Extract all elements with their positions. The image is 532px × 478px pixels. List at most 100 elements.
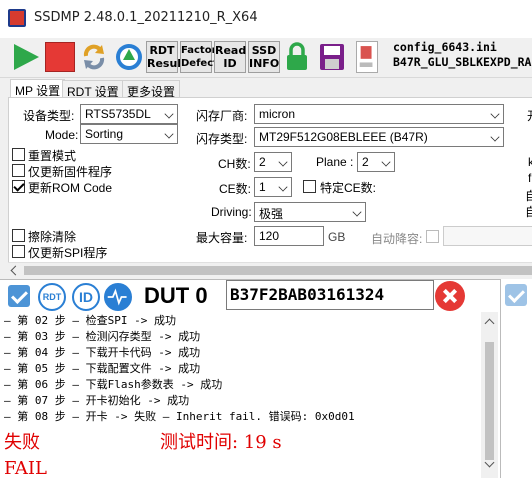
cutoff-label-2: k (528, 155, 532, 169)
bin-file-button[interactable] (356, 41, 378, 73)
app-icon (8, 9, 26, 27)
save-icon (320, 44, 344, 70)
driving-select[interactable]: 极强 (254, 202, 366, 222)
cutoff-label-3: f (528, 171, 532, 185)
log-line: — 第 04 步 — 下载开卡代码 -> 成功 (4, 346, 201, 359)
save-button[interactable] (318, 41, 346, 73)
mode-label: Mode: (45, 128, 79, 142)
window-title: SSDMP 2.48.0.1_20211210_R_X64 (34, 10, 258, 25)
refresh-button[interactable] (80, 41, 108, 73)
check-icon[interactable] (8, 285, 30, 307)
scroll-up-icon[interactable] (484, 318, 495, 329)
ch-value: 2 (259, 155, 266, 169)
driving-label: Driving: (211, 205, 252, 219)
flash-type-select[interactable]: MT29F512G08EBLEEE (B47R) (254, 127, 504, 147)
tab-more-settings[interactable]: 更多设置 (122, 80, 181, 99)
max-capacity-label: 最大容量: (196, 231, 248, 245)
flash-vendor-value: micron (259, 107, 296, 121)
result-en: FAIL (4, 458, 47, 478)
result-status: 失败 (4, 432, 40, 453)
log-line: — 第 05 步 — 下载配置文件 -> 成功 (4, 362, 201, 375)
log-line: — 第 06 步 — 下载Flash参数表 -> 成功 (4, 378, 223, 391)
driving-value: 极强 (259, 207, 284, 221)
ce-select[interactable]: 1 (254, 177, 292, 197)
reset-mode-checkbox[interactable] (12, 148, 25, 161)
specific-ce-checkbox[interactable] (303, 180, 316, 193)
config-file-name: config_6643.ini (393, 40, 497, 54)
ch-select[interactable]: 2 (254, 152, 292, 172)
horizontal-scrollbar[interactable] (8, 262, 532, 278)
max-capacity-value: 120 (259, 229, 280, 243)
dut-title: DUT 0 (144, 283, 208, 308)
update-rom-label: 更新ROM Code (28, 181, 113, 195)
recycle-icon (116, 44, 142, 70)
tab-mp-settings[interactable]: MP 设置 (10, 79, 66, 98)
recycle-button[interactable] (114, 41, 144, 73)
log-line: — 第 02 步 — 检查SPI -> 成功 (4, 314, 176, 327)
chevron-down-icon (278, 157, 288, 167)
scrollbar-thumb[interactable] (24, 266, 532, 275)
start-button[interactable] (10, 41, 42, 73)
test-time: 测试时间: 19 s (160, 432, 282, 453)
toolbar: RDT Result Factory Defect Read ID SSD INFO (0, 38, 532, 78)
serial-number-field[interactable]: B37F2BAB03161324 (226, 280, 434, 310)
dut-header: RDT ID DUT 0 B37F2BAB03161324 (0, 280, 500, 312)
serial-number-value: B37F2BAB03161324 (230, 285, 385, 304)
log-area: — 第 02 步 — 检查SPI -> 成功 — 第 03 步 — 检测闪存类型… (4, 312, 480, 478)
ssd-info-button[interactable]: SSD INFO (248, 41, 280, 73)
dut-panel-2 (500, 279, 532, 478)
rdt-icon[interactable]: RDT (38, 283, 66, 311)
scroll-left-icon[interactable] (10, 265, 21, 276)
log-line: — 第 03 步 — 检测闪存类型 -> 成功 (4, 330, 201, 343)
auto-downgrade-input[interactable] (443, 226, 532, 246)
config-profile-name: B47R_GLU_SBLKEXPD_RA (393, 55, 532, 69)
ssd-info-label: SSD INFO (249, 44, 280, 70)
play-icon (14, 44, 39, 70)
erase-label: 擦除清除 (28, 230, 77, 244)
check-icon[interactable] (505, 284, 527, 306)
flash-type-label: 闪存类型: (196, 132, 248, 146)
plane-label: Plane : (316, 155, 354, 169)
close-icon[interactable] (435, 281, 465, 311)
mode-select[interactable]: Sorting (80, 124, 178, 144)
mode-value: Sorting (85, 127, 124, 141)
tab-rdt-settings[interactable]: RDT 设置 (62, 80, 124, 99)
max-capacity-input[interactable]: 120 (254, 226, 324, 246)
read-id-button[interactable]: Read ID (214, 41, 246, 73)
flash-vendor-select[interactable]: micron (254, 104, 504, 124)
ce-label: CE数: (219, 182, 252, 196)
device-type-select[interactable]: RTS5735DL (80, 104, 178, 124)
rdt-icon-label: RDT (42, 292, 62, 302)
dut-panel: RDT ID DUT 0 B37F2BAB03161324 — 第 02 步 —… (0, 279, 532, 478)
waveform-icon[interactable] (104, 283, 132, 311)
pulse-icon (107, 288, 127, 306)
fw-only-checkbox[interactable] (12, 164, 25, 177)
update-rom-checkbox[interactable] (12, 180, 25, 193)
chevron-down-icon (164, 109, 174, 119)
reset-mode-label: 重置模式 (28, 149, 77, 163)
cutoff-label-5: 自 (525, 205, 532, 219)
lock-button[interactable] (284, 41, 310, 73)
spi-only-checkbox[interactable] (12, 245, 25, 258)
ch-label: CH数: (218, 157, 251, 171)
id-icon[interactable]: ID (72, 283, 100, 311)
plane-select[interactable]: 2 (357, 152, 395, 172)
vertical-scrollbar[interactable] (481, 312, 498, 478)
flash-vendor-label: 闪存厂商: (196, 109, 248, 123)
bin-file-icon (359, 46, 373, 67)
auto-downgrade-label: 自动降容: (371, 232, 423, 246)
lock-icon (287, 42, 307, 70)
log-line: — 第 08 步 — 开卡 -> 失败 — Inherit fail. 错误码:… (4, 410, 355, 423)
stop-button[interactable] (45, 42, 75, 72)
spi-only-label: 仅更新SPI程序 (28, 246, 108, 260)
erase-checkbox[interactable] (12, 229, 25, 242)
read-id-label: Read ID (215, 44, 247, 70)
scrollbar-thumb[interactable] (485, 342, 494, 460)
ce-value: 1 (259, 180, 266, 194)
rdt-result-button[interactable]: RDT Result (146, 41, 186, 73)
chevron-down-icon (490, 132, 500, 142)
plane-value: 2 (362, 155, 369, 169)
settings-panel: 设备类型: RTS5735DL Mode: Sorting 重置模式 仅更新固件… (8, 97, 532, 277)
auto-downgrade-checkbox[interactable] (426, 230, 439, 243)
factory-defect-button[interactable]: Factory Defect (180, 41, 223, 73)
